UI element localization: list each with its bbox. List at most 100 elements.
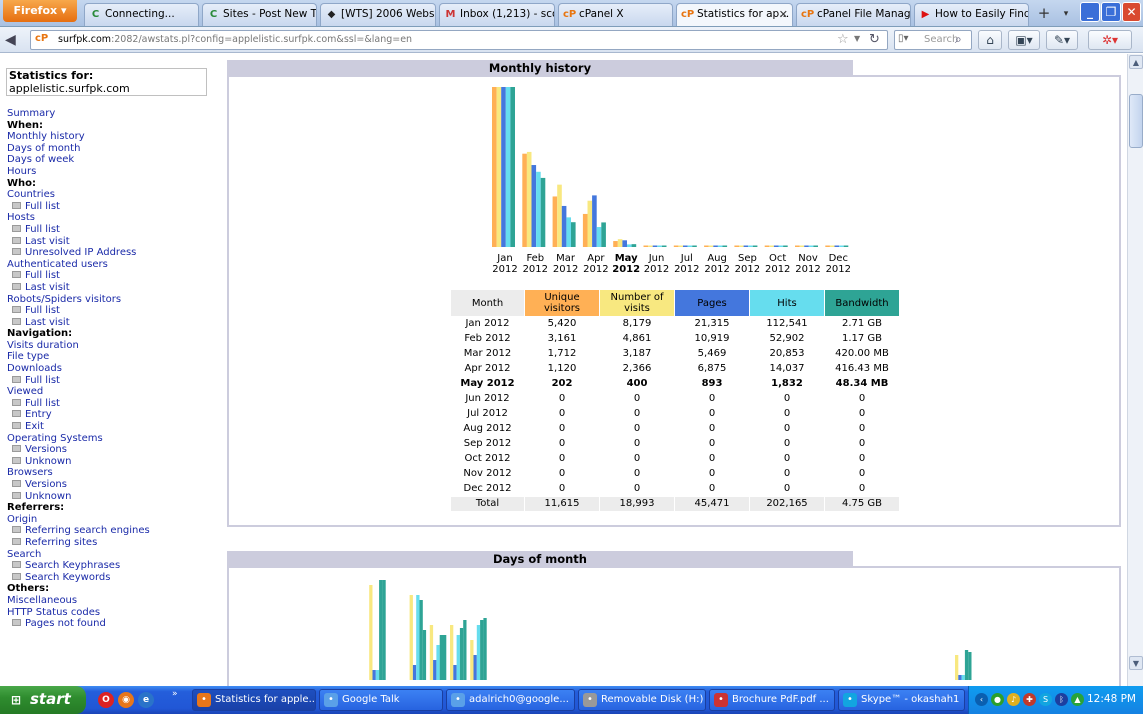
- menu-link[interactable]: Days of week: [7, 154, 150, 166]
- taskbar-button[interactable]: • Google Talk: [319, 689, 443, 711]
- table-cell: Jul 2012: [467, 408, 508, 419]
- browser-tab[interactable]: C Connecting...: [84, 3, 199, 26]
- home-button[interactable]: ⌂: [978, 30, 1002, 50]
- quicklaunch-more-icon[interactable]: »: [172, 689, 178, 699]
- menu-link[interactable]: Miscellaneous: [7, 595, 150, 607]
- tray-network-icon[interactable]: ●: [991, 693, 1004, 706]
- tray-bluetooth-icon[interactable]: ᛒ: [1055, 693, 1068, 706]
- vertical-scrollbar[interactable]: ▲ ▼: [1127, 54, 1143, 686]
- url-history-dropdown-icon[interactable]: ▼: [854, 34, 860, 43]
- menu-subitem[interactable]: Referring sites: [7, 537, 150, 549]
- taskbar-button[interactable]: • Statistics for apple...: [192, 689, 316, 711]
- day-bar: [416, 595, 420, 680]
- taskbar-button[interactable]: • Removable Disk (H:): [578, 689, 706, 711]
- menu-subitem[interactable]: Full list: [7, 398, 150, 410]
- back-arrow-icon[interactable]: ◀: [5, 31, 25, 49]
- browser-tab[interactable]: cP cPanel X: [558, 3, 673, 26]
- bookmark-star-icon[interactable]: ☆: [837, 32, 849, 47]
- menu-link[interactable]: Origin: [7, 514, 150, 526]
- browser-tab[interactable]: ▶ How to Easily Find ...: [914, 3, 1029, 26]
- firefox-quicklaunch-icon[interactable]: ◉: [118, 692, 134, 708]
- browser-tab[interactable]: cPcPanel File Manager...: [796, 3, 911, 26]
- tray-wifi-icon[interactable]: ▲: [1071, 693, 1084, 706]
- search-engine-icon[interactable]: ▯▾: [898, 33, 909, 44]
- menu-subitem[interactable]: Full list: [7, 375, 150, 387]
- close-tab-icon[interactable]: ✕: [779, 4, 788, 25]
- table-cell: 3,161: [547, 333, 577, 344]
- menu-subitem[interactable]: Full list: [7, 270, 150, 282]
- menu-subitem[interactable]: Versions: [7, 479, 150, 491]
- reload-icon[interactable]: ↻: [869, 32, 880, 47]
- opera-quicklaunch-icon[interactable]: O: [98, 692, 114, 708]
- bullet-icon: [12, 282, 21, 290]
- tray-security-icon[interactable]: ✚: [1023, 693, 1036, 706]
- menu-link[interactable]: Hours: [7, 166, 150, 178]
- menu-subitem[interactable]: Unresolved IP Address: [7, 247, 150, 259]
- column-header-label: Bandwidth: [835, 297, 889, 309]
- scroll-down-arrow-icon[interactable]: ▼: [1129, 656, 1143, 670]
- search-box[interactable]: ▯▾ Search ⌕: [894, 30, 972, 50]
- menu-link[interactable]: Visits duration: [7, 340, 150, 352]
- browser-tab[interactable]: cP Statistics for ap... ✕: [676, 3, 793, 26]
- table-row: Jul 2012 0 0 0 0 0: [451, 407, 899, 421]
- menu-link[interactable]: Operating Systems: [7, 433, 150, 445]
- menu-link[interactable]: Monthly history: [7, 131, 150, 143]
- menu-subitem[interactable]: Versions: [7, 444, 150, 456]
- total-cell: 11,615: [525, 497, 599, 511]
- menu-link[interactable]: Days of month: [7, 143, 150, 155]
- menu-link[interactable]: Robots/Spiders visitors: [7, 294, 150, 306]
- ie-quicklaunch-icon[interactable]: e: [138, 692, 154, 708]
- browser-tab[interactable]: ◆ [WTS] 2006 Websit...: [320, 3, 436, 26]
- tray-volume-icon[interactable]: ♪: [1007, 693, 1020, 706]
- table-header-row: Month Unique visitors Number of visits Page…: [451, 290, 899, 316]
- menu-link[interactable]: Viewed: [7, 386, 150, 398]
- table-cell: 893: [701, 378, 723, 389]
- taskbar-button[interactable]: • Brochure PdF.pdf ...: [709, 689, 835, 711]
- menu-subitem[interactable]: Last visit: [7, 282, 150, 294]
- browser-tab[interactable]: M Inbox (1,213) - sco...: [439, 3, 555, 26]
- menu-link[interactable]: Countries: [7, 189, 150, 201]
- taskbar-button[interactable]: • Skype™ - okashah1: [838, 689, 965, 711]
- new-tab-button[interactable]: +: [1035, 4, 1053, 24]
- maximize-button[interactable]: ❐: [1101, 2, 1121, 22]
- tray-collapse-icon[interactable]: ‹: [975, 693, 988, 706]
- addon-button[interactable]: ✎▾: [1046, 30, 1078, 50]
- taskbar-button[interactable]: • adalrich0@google...: [446, 689, 575, 711]
- url-bar[interactable]: cP surfpk.com:2082/awstats.pl?config=app…: [30, 30, 888, 50]
- tab-list-button[interactable]: ▾: [1057, 4, 1075, 24]
- start-button[interactable]: ⊞ start: [0, 686, 86, 714]
- menu-subitem[interactable]: Last visit: [7, 236, 150, 248]
- menu-link[interactable]: Downloads: [7, 363, 150, 375]
- menu-link[interactable]: Search: [7, 549, 150, 561]
- firebug-button[interactable]: ✲▾: [1088, 30, 1132, 50]
- column-header: Month: [451, 290, 524, 316]
- menu-subitem[interactable]: Entry: [7, 409, 150, 421]
- firefox-menu-button[interactable]: Firefox ▾: [3, 0, 77, 22]
- menu-subitem[interactable]: Unknown: [7, 491, 150, 503]
- tray-skype-icon[interactable]: S: [1039, 693, 1052, 706]
- menu-link[interactable]: File type: [7, 351, 150, 363]
- menu-subitem[interactable]: Full list: [7, 224, 150, 236]
- menu-subitem[interactable]: Search Keyphrases: [7, 560, 150, 572]
- scroll-thumb[interactable]: [1129, 94, 1143, 148]
- bookmarks-button[interactable]: ▣▾: [1008, 30, 1040, 50]
- search-icon[interactable]: ⌕: [955, 32, 962, 47]
- menu-subitem[interactable]: Search Keywords: [7, 572, 150, 584]
- minimize-button[interactable]: _: [1080, 2, 1100, 22]
- menu-subitem[interactable]: Full list: [7, 305, 150, 317]
- browser-tab[interactable]: C Sites - Post New Th...: [202, 3, 317, 26]
- menu-subitem[interactable]: Referring search engines: [7, 525, 150, 537]
- menu-item-label: Referring search engines: [25, 525, 150, 537]
- menu-subitem[interactable]: Last visit: [7, 317, 150, 329]
- menu-link[interactable]: Browsers: [7, 467, 150, 479]
- menu-subitem[interactable]: Exit: [7, 421, 150, 433]
- menu-subitem[interactable]: Pages not found: [7, 618, 150, 630]
- menu-link[interactable]: Summary: [7, 108, 150, 120]
- scroll-up-arrow-icon[interactable]: ▲: [1129, 55, 1143, 69]
- menu-subitem[interactable]: Unknown: [7, 456, 150, 468]
- close-window-button[interactable]: ✕: [1122, 2, 1141, 22]
- menu-subitem[interactable]: Full list: [7, 201, 150, 213]
- menu-link[interactable]: Authenticated users: [7, 259, 150, 271]
- menu-link[interactable]: HTTP Status codes: [7, 607, 150, 619]
- menu-link[interactable]: Hosts: [7, 212, 150, 224]
